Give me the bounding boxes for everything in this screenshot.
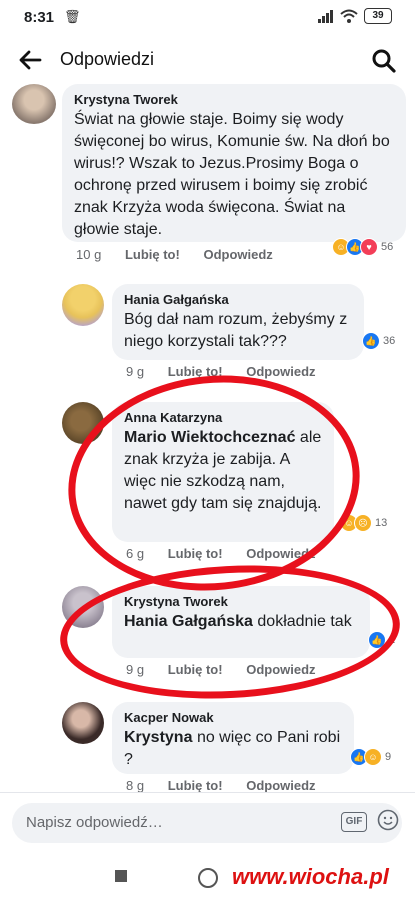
reactions-summary[interactable]: 👍 ☺ 9 [350, 746, 392, 768]
search-icon[interactable] [371, 48, 397, 74]
comment-text: Bóg dał nam rozum, żebyśmy z niego korzy… [124, 311, 348, 350]
reactions-summary[interactable]: ☺ ☹ 13 [340, 512, 388, 534]
comment-meta: 9 g Lubię to! Odpowiedz [126, 364, 336, 379]
app-header: Odpowiedzi [0, 36, 415, 84]
haha-reaction-icon: ☺ [364, 748, 382, 766]
comment-meta: 8 g Lubię to! Odpowiedz [126, 778, 336, 793]
comment-author[interactable]: Krystyna Tworek [124, 594, 358, 609]
avatar[interactable] [62, 586, 104, 628]
comment-time: 10 g [76, 247, 102, 262]
reply-button[interactable]: Odpowiedz [246, 364, 315, 379]
comment-author[interactable]: Hania Gałgańska [124, 292, 352, 307]
comment-text: Świat na głowie staje. Boimy się wody św… [74, 111, 390, 238]
comment-bubble: Anna Katarzyna Mario Wiektochceznać ale … [112, 402, 334, 542]
mention-link[interactable]: Mario Wiektochceznać [124, 429, 295, 446]
comment-bubble: Kacper Nowak Krystyna no więc co Pani ro… [112, 702, 354, 774]
reaction-count: 1 [389, 634, 396, 646]
battery-icon: 39 [364, 8, 392, 24]
reactions-summary[interactable]: 👍 36 [362, 330, 396, 352]
trash-icon: 🗑 [64, 9, 81, 24]
reply-button[interactable]: Odpowiedz [246, 546, 315, 561]
like-button[interactable]: Lubię to! [168, 546, 223, 561]
avatar[interactable] [62, 284, 104, 326]
reaction-count: 56 [381, 241, 394, 253]
signal-icon [318, 10, 333, 23]
reply-button[interactable]: Odpowiedz [203, 247, 272, 262]
comment-bubble: Hania Gałgańska Bóg dał nam rozum, żebyś… [112, 284, 364, 360]
sad-reaction-icon: ☹ [354, 514, 372, 532]
reactions-summary[interactable]: ☺ 👍 ♥ 56 [332, 236, 394, 258]
comment-text: Hania Gałgańska dokładnie tak [124, 611, 358, 633]
like-button[interactable]: Lubię to! [168, 662, 223, 677]
like-reaction-icon: 👍 [368, 631, 386, 649]
reactions-summary[interactable]: 👍 1 [368, 629, 396, 651]
comment-author[interactable]: Krystyna Tworek [74, 92, 394, 107]
reaction-count: 9 [385, 751, 392, 763]
gif-button[interactable]: GIF [341, 812, 367, 832]
comment-time: 9 g [126, 662, 145, 677]
like-button[interactable]: Lubię to! [125, 247, 180, 262]
reply-button[interactable]: Odpowiedz [246, 662, 315, 677]
comment-meta: 9 g Lubię to! Odpowiedz [126, 662, 336, 677]
comment-time: 9 g [126, 364, 145, 379]
recents-button[interactable] [115, 870, 127, 882]
reply-button[interactable]: Odpowiedz [246, 778, 315, 793]
comment-bubble: Krystyna Tworek Świat na głowie staje. B… [62, 84, 406, 242]
comment-time: 8 g [126, 778, 145, 793]
comment-author[interactable]: Kacper Nowak [124, 710, 342, 725]
avatar[interactable] [12, 84, 56, 124]
wifi-icon [340, 9, 358, 23]
like-button[interactable]: Lubię to! [168, 778, 223, 793]
reaction-count: 36 [383, 335, 396, 347]
comment-bubble: Krystyna Tworek Hania Gałgańska dokładni… [112, 586, 370, 658]
page-title: Odpowiedzi [60, 49, 155, 69]
reaction-count: 13 [375, 517, 388, 529]
reply-composer: Napisz odpowiedź… GIF [0, 792, 415, 853]
home-button[interactable] [198, 868, 218, 888]
back-arrow-icon[interactable] [18, 50, 42, 70]
emoji-icon[interactable] [377, 809, 399, 831]
avatar[interactable] [62, 402, 104, 444]
comment-meta: 10 g Lubię to! Odpowiedz [76, 247, 293, 262]
status-time: 8:31 [24, 9, 55, 26]
comment-author[interactable]: Anna Katarzyna [124, 410, 322, 425]
comment-text: Mario Wiektochceznać ale znak krzyża je … [124, 427, 322, 515]
avatar[interactable] [62, 702, 104, 744]
mention-link[interactable]: Krystyna [124, 729, 192, 746]
comment-text: Krystyna no więc co Pani robi ? [124, 727, 342, 771]
mention-link[interactable]: Hania Gałgańska [124, 613, 253, 630]
comment-time: 6 g [126, 546, 145, 561]
like-button[interactable]: Lubię to! [168, 364, 223, 379]
comment-meta: 6 g Lubię to! Odpowiedz [126, 546, 336, 561]
love-reaction-icon: ♥ [360, 238, 378, 256]
comment-body: dokładnie tak [257, 613, 352, 630]
like-reaction-icon: 👍 [362, 332, 380, 350]
watermark: www.wiocha.pl [232, 864, 389, 889]
status-bar: 8:31 🗑 39 [0, 0, 415, 36]
